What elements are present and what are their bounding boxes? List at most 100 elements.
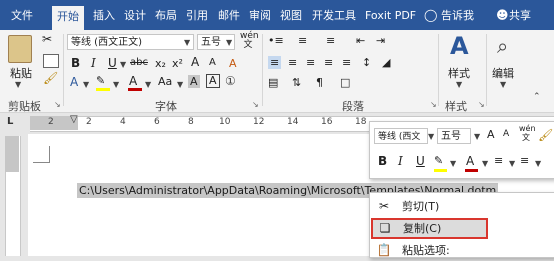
mini-highlight-swatch	[434, 169, 447, 172]
tab-layout[interactable]: 布局	[150, 6, 182, 26]
strikethrough-button[interactable]: abc	[130, 57, 148, 68]
editing-button[interactable]: 编辑	[492, 65, 514, 81]
cut-icon[interactable]: ✂	[42, 32, 52, 46]
mini-underline-button[interactable]: U	[416, 154, 425, 168]
font-launcher-icon[interactable]: ↘	[252, 100, 259, 109]
menu-item-copy[interactable]: ❏ 复制(C)	[371, 218, 488, 239]
context-menu: ✂ 剪切(T) ❏ 复制(C) 📋 粘贴选项:	[369, 192, 554, 258]
chevron-down-icon[interactable]: ▼	[83, 80, 89, 89]
chevron-down-icon[interactable]: ▼	[120, 60, 126, 69]
line-spacing-icon[interactable]: ↕	[362, 56, 371, 69]
align-left-icon[interactable]: ≡	[268, 56, 282, 69]
chevron-down-icon[interactable]: ▼	[450, 159, 456, 168]
format-painter-icon[interactable]: 🖌	[43, 71, 58, 85]
chevron-down-icon[interactable]: ▼	[500, 80, 506, 89]
enclose-characters-icon[interactable]: ①	[225, 74, 236, 88]
tab-developer[interactable]: 开发工具	[307, 6, 361, 26]
tab-mailings[interactable]: 邮件	[213, 6, 245, 26]
paste-icon[interactable]	[8, 35, 32, 63]
sort-icon[interactable]: ⇅	[292, 76, 301, 89]
mini-bold-button[interactable]: B	[378, 154, 387, 168]
mini-bullets-icon[interactable]: ≡	[494, 154, 503, 167]
find-magnifier-icon[interactable]: ⌕	[497, 34, 508, 58]
styles-launcher-icon[interactable]: ↘	[478, 100, 485, 109]
menu-item-label: 剪切(T)	[402, 200, 440, 213]
chevron-down-icon[interactable]: ▼	[456, 80, 462, 89]
tab-foxit-pdf[interactable]: Foxit PDF	[360, 6, 421, 26]
tab-home[interactable]: 开始	[52, 6, 84, 30]
mini-italic-button[interactable]: I	[398, 154, 403, 168]
chevron-down-icon[interactable]: ▼	[428, 132, 434, 141]
chinese-layout-icon[interactable]: ▤	[268, 76, 278, 89]
shrink-font-button[interactable]: A	[209, 57, 216, 68]
tab-review[interactable]: 审阅	[244, 6, 276, 26]
show-marks-icon[interactable]: ¶	[316, 76, 323, 89]
grow-font-button[interactable]: A	[191, 55, 199, 69]
clear-formatting-button[interactable]: A	[229, 57, 237, 70]
menu-item-cut[interactable]: ✂ 剪切(T)	[370, 196, 553, 217]
align-right-icon[interactable]: ≡	[306, 56, 315, 69]
character-shading-button[interactable]: A	[188, 75, 200, 88]
group-separator	[63, 34, 64, 106]
mini-grow-font-button[interactable]: A	[487, 128, 495, 141]
superscript-button[interactable]: x²	[172, 57, 183, 70]
decrease-indent-icon[interactable]: ⇤	[356, 34, 365, 47]
collapse-ribbon-icon[interactable]: ⌃	[533, 92, 541, 102]
tab-design[interactable]: 设计	[119, 6, 151, 26]
chevron-down-icon[interactable]: ▼	[482, 159, 488, 168]
share-button[interactable]: 共享	[504, 6, 536, 26]
tab-view[interactable]: 视图	[275, 6, 307, 26]
mini-phonetic-guide-icon[interactable]: wén 文	[519, 124, 536, 142]
mini-format-painter-icon[interactable]: 🖌	[538, 128, 553, 142]
paragraph-launcher-icon[interactable]: ↘	[430, 100, 437, 109]
align-center-icon[interactable]: ≡	[288, 56, 297, 69]
phonetic-guide-icon[interactable]: wén 文	[240, 32, 259, 50]
tell-me-box[interactable]: 告诉我	[436, 6, 479, 26]
tab-insert[interactable]: 插入	[88, 6, 120, 26]
font-name-combo[interactable]: 等线 (西文正文)	[67, 34, 194, 50]
chevron-down-icon[interactable]: ▼	[535, 159, 541, 168]
mini-numbering-icon[interactable]: ≡	[520, 154, 529, 167]
mini-font-color-button[interactable]: A	[466, 154, 474, 168]
paste-button[interactable]: 粘贴	[10, 65, 32, 81]
indent-marker-icon[interactable]: ▽	[70, 114, 78, 125]
borders-icon[interactable]: □	[340, 76, 350, 89]
bullets-icon[interactable]: •≡	[268, 34, 284, 47]
mini-shrink-font-button[interactable]: A	[503, 129, 509, 139]
chevron-down-icon[interactable]: ▼	[226, 38, 232, 47]
styles-button[interactable]: 样式	[448, 65, 470, 81]
chevron-down-icon[interactable]: ▼	[145, 80, 151, 89]
change-case-button[interactable]: Aa	[158, 75, 172, 88]
italic-button[interactable]: I	[91, 56, 96, 70]
chevron-down-icon[interactable]: ▼	[15, 80, 21, 89]
mini-size-combo[interactable]: 五号	[437, 128, 471, 144]
clipboard-launcher-icon[interactable]: ↘	[54, 100, 61, 109]
bold-button[interactable]: B	[71, 56, 80, 70]
chevron-down-icon[interactable]: ▼	[474, 132, 480, 141]
justify-icon[interactable]: ≡	[324, 56, 333, 69]
styles-icon[interactable]: A	[450, 32, 469, 60]
multilevel-list-icon[interactable]: ≡	[326, 34, 335, 47]
shading-icon[interactable]: ◢	[382, 56, 390, 69]
menu-item-label: 复制(C)	[403, 222, 442, 235]
numbering-icon[interactable]: ≡	[298, 34, 307, 47]
tab-references[interactable]: 引用	[181, 6, 213, 26]
mini-font-combo[interactable]: 等线 (西文	[374, 128, 428, 144]
chevron-down-icon[interactable]: ▼	[177, 80, 183, 89]
increase-indent-icon[interactable]: ⇥	[376, 34, 385, 47]
highlight-pen-icon[interactable]: ✎	[96, 74, 105, 87]
mini-highlight-pen-icon[interactable]: ✎	[434, 154, 443, 167]
subscript-button[interactable]: x₂	[155, 57, 166, 70]
font-color-button[interactable]: A	[129, 74, 137, 88]
cut-icon: ✂	[378, 199, 390, 213]
character-border-button[interactable]: A	[206, 74, 220, 88]
chevron-down-icon[interactable]: ▼	[509, 159, 515, 168]
tab-stop-selector[interactable]: L	[7, 116, 13, 127]
tab-file[interactable]: 文件	[6, 6, 38, 26]
text-effects-button[interactable]: A	[70, 75, 78, 89]
underline-button[interactable]: U	[108, 56, 117, 70]
chevron-down-icon[interactable]: ▼	[184, 38, 190, 47]
copy-icon[interactable]	[43, 54, 59, 68]
distributed-icon[interactable]: ≡	[342, 56, 351, 69]
chevron-down-icon[interactable]: ▼	[113, 80, 119, 89]
